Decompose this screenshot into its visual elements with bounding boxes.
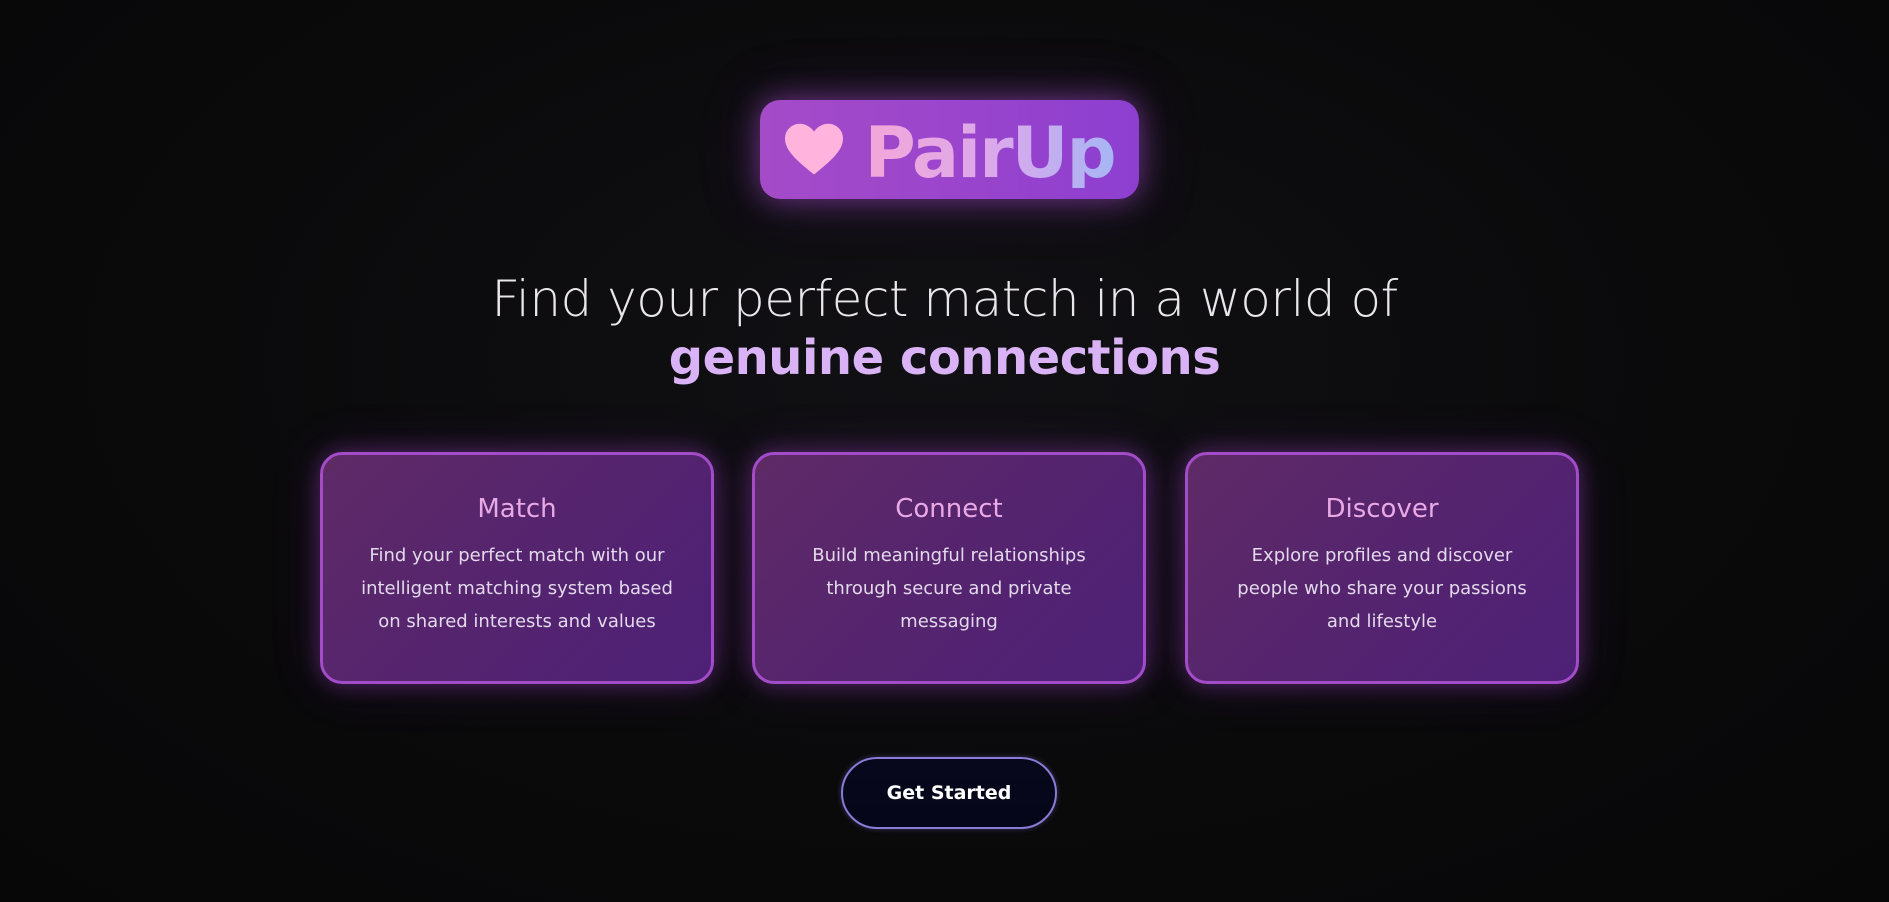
- hero-headline: Find your perfect match in a world of ge…: [0, 268, 1889, 386]
- feature-cards: Match Find your perfect match with our i…: [320, 452, 1579, 684]
- brand-name: PairUp: [864, 111, 1116, 194]
- feature-card-description: Explore profiles and discover people who…: [1237, 545, 1527, 632]
- heart-icon: [784, 120, 844, 180]
- get-started-button[interactable]: Get Started: [841, 757, 1057, 829]
- feature-card-description: Build meaningful relationships through s…: [812, 545, 1086, 632]
- feature-card-title: Connect: [895, 494, 1003, 524]
- brand-logo: PairUp: [760, 100, 1139, 199]
- hero-headline-highlight: genuine connections: [668, 330, 1221, 386]
- landing-page: PairUp Find your perfect match in a worl…: [0, 0, 1889, 902]
- feature-card-match: Match Find your perfect match with our i…: [320, 452, 714, 684]
- hero-headline-line1: Find your perfect match in a world of: [491, 270, 1398, 328]
- feature-card-discover: Discover Explore profiles and discover p…: [1185, 452, 1579, 684]
- feature-card-title: Match: [477, 494, 557, 524]
- feature-card-title: Discover: [1325, 494, 1439, 524]
- feature-card-connect: Connect Build meaningful relationships t…: [752, 452, 1146, 684]
- feature-card-description: Find your perfect match with our intelli…: [361, 545, 673, 632]
